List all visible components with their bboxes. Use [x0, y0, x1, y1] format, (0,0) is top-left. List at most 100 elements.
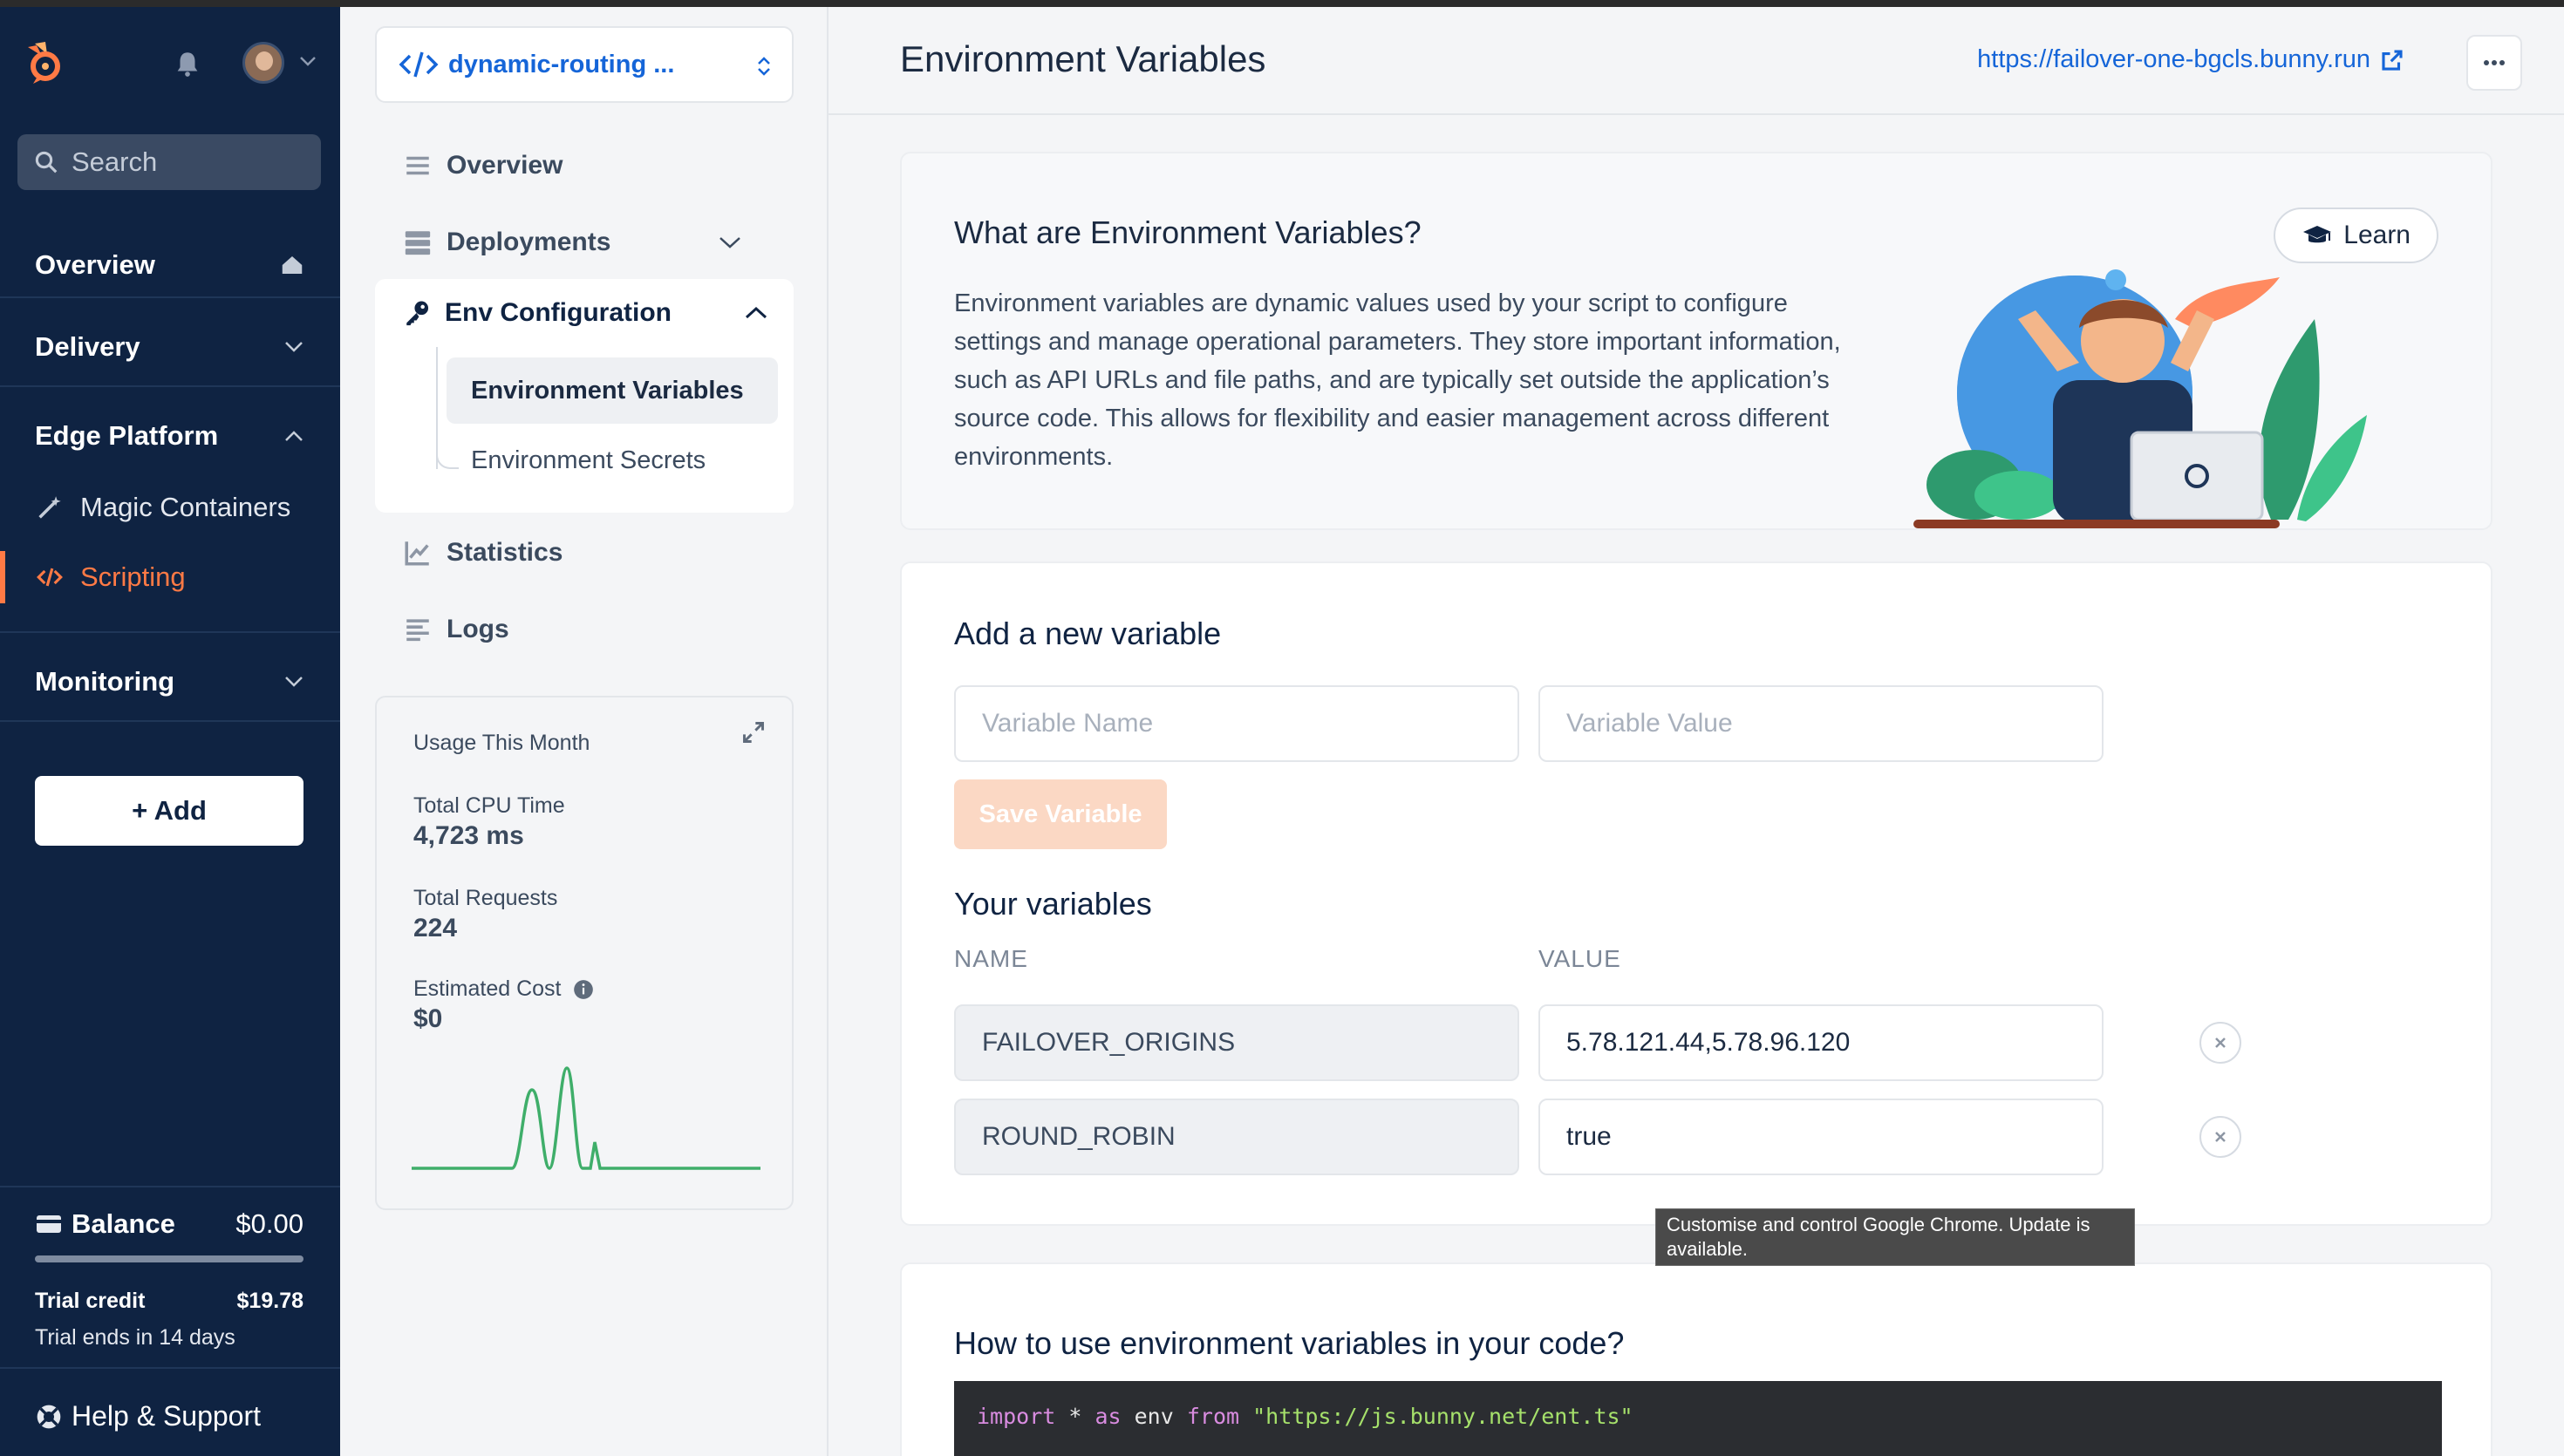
balance-progress [35, 1255, 303, 1262]
sidebar-item-magic-containers[interactable]: Magic Containers [0, 474, 340, 541]
search-input[interactable] [72, 146, 316, 178]
code-icon [399, 51, 439, 78]
save-variable-button[interactable]: Save Variable [954, 779, 1167, 849]
logs-icon [406, 619, 429, 642]
avatar[interactable] [242, 42, 284, 84]
page-title: Environment Variables [900, 38, 1266, 79]
chevron-up-icon [745, 306, 767, 319]
chevron-down-icon [719, 237, 740, 248]
chevron-down-icon [285, 342, 303, 352]
script-url-link[interactable]: https://failover-one-bgcls.bunny.run [1977, 45, 2405, 74]
sub-item-environment-secrets[interactable]: Environment Secrets [447, 427, 778, 493]
nav-section-delivery[interactable]: Delivery [0, 312, 340, 382]
balance-title: Balance [35, 1208, 175, 1240]
usage-title: Usage This Month [413, 731, 590, 755]
search-box[interactable] [17, 134, 321, 190]
variable-name-field[interactable] [954, 1004, 1519, 1081]
env-configuration-group: Env Configuration Environment Variables … [375, 279, 794, 513]
variable-value-field[interactable] [1538, 1099, 2104, 1175]
code-keyword: as [1094, 1404, 1122, 1429]
cpu-time-value: 4,723 ms [413, 821, 524, 850]
credit-card-icon [37, 1215, 61, 1233]
divider [0, 385, 340, 387]
graduation-cap-icon [2303, 226, 2332, 243]
script-name: dynamic-routing ... [448, 50, 675, 78]
sidebar-header [0, 7, 340, 120]
column-header-name: NAME [954, 945, 1028, 972]
help-label: Help & Support [72, 1400, 262, 1432]
chevron-up-icon [285, 431, 303, 441]
variable-value-input[interactable] [1538, 685, 2104, 762]
sub-item-label: Deployments [447, 228, 611, 256]
sidebar-item-scripting[interactable]: Scripting [0, 544, 340, 610]
key-icon [406, 301, 429, 326]
code-keyword: import [977, 1404, 1056, 1429]
chevron-down-icon[interactable] [298, 54, 317, 68]
expand-icon[interactable] [741, 720, 766, 745]
ellipsis-icon [2484, 60, 2505, 65]
info-card: What are Environment Variables? Environm… [900, 152, 2492, 530]
nav-section-label: Delivery [35, 331, 140, 362]
lifebuoy-icon [37, 1405, 61, 1428]
divider [0, 1186, 340, 1187]
info-body: Environment variables are dynamic values… [954, 289, 1841, 471]
nav-section-label: Monitoring [35, 666, 175, 697]
help-support-link[interactable]: Help & Support [35, 1400, 261, 1432]
magic-wand-icon [38, 496, 61, 519]
code-keyword: from [1186, 1404, 1240, 1429]
sub-item-logs[interactable]: Logs [403, 602, 769, 657]
sub-item-overview[interactable]: Overview [403, 138, 769, 194]
script-selector[interactable]: dynamic-routing ... [375, 26, 794, 103]
nav-section-monitoring[interactable]: Monitoring [0, 647, 340, 717]
bunny-logo-icon[interactable] [19, 38, 68, 87]
sub-item-env-configuration[interactable]: Env Configuration [403, 298, 769, 328]
sub-item-statistics[interactable]: Statistics [403, 525, 769, 581]
sidebar-item-label: Magic Containers [80, 492, 291, 522]
trial-credit-value: $19.78 [236, 1289, 303, 1313]
variable-value-field[interactable] [1538, 1004, 2104, 1081]
sub-item-label: Statistics [447, 538, 563, 567]
nav-section-overview[interactable]: Overview [0, 230, 340, 300]
sidebar-item-label: Scripting [80, 561, 186, 592]
divider [0, 1367, 340, 1369]
info-icon[interactable] [572, 978, 595, 1001]
list-icon [406, 156, 429, 175]
cpu-time-label: Total CPU Time [413, 793, 565, 818]
external-link-icon [2382, 49, 2403, 71]
variable-name-input[interactable] [954, 685, 1519, 762]
sub-item-label: Environment Variables [471, 376, 744, 405]
code-text: * [1055, 1404, 1095, 1429]
requests-label: Total Requests [413, 886, 558, 910]
bell-icon[interactable] [173, 49, 202, 78]
trial-ends-text: Trial ends in 14 days [35, 1325, 235, 1350]
variable-name-field[interactable] [954, 1099, 1519, 1175]
search-icon [35, 151, 58, 173]
estimated-cost-value: $0 [413, 1004, 443, 1033]
sub-item-deployments[interactable]: Deployments [403, 214, 769, 270]
sub-item-label: Overview [447, 151, 563, 180]
main-sidebar: Overview Delivery Edge Platform Magic Co… [0, 7, 340, 1456]
add-button[interactable]: + Add [35, 776, 303, 846]
delete-variable-button[interactable] [2199, 1116, 2241, 1158]
chevron-down-icon [285, 677, 303, 687]
delete-variable-button[interactable] [2199, 1022, 2241, 1064]
balance-value: $0.00 [235, 1208, 303, 1239]
nav-section-edge-platform[interactable]: Edge Platform [0, 401, 340, 471]
sub-item-environment-variables[interactable]: Environment Variables [447, 357, 778, 424]
trial-credit-label: Trial credit [35, 1289, 146, 1313]
more-options-button[interactable] [2466, 35, 2522, 91]
script-url: https://failover-one-bgcls.bunny.run [1977, 45, 2370, 73]
variables-card: Add a new variable Save Variable Your va… [900, 561, 2492, 1226]
divider [0, 720, 340, 722]
learn-button[interactable]: Learn [2274, 208, 2438, 263]
add-variable-heading: Add a new variable [954, 616, 1222, 651]
trial-credit-row: Trial credit $19.78 [35, 1289, 303, 1314]
learn-label: Learn [2343, 221, 2411, 249]
requests-value: 224 [413, 914, 458, 942]
home-icon [282, 256, 303, 274]
sub-item-label: Environment Secrets [471, 446, 706, 474]
divider [0, 631, 340, 633]
script-sidebar: dynamic-routing ... Overview Deployments… [340, 7, 829, 1456]
info-heading: What are Environment Variables? [954, 214, 1422, 250]
chart-line-icon [405, 541, 429, 566]
